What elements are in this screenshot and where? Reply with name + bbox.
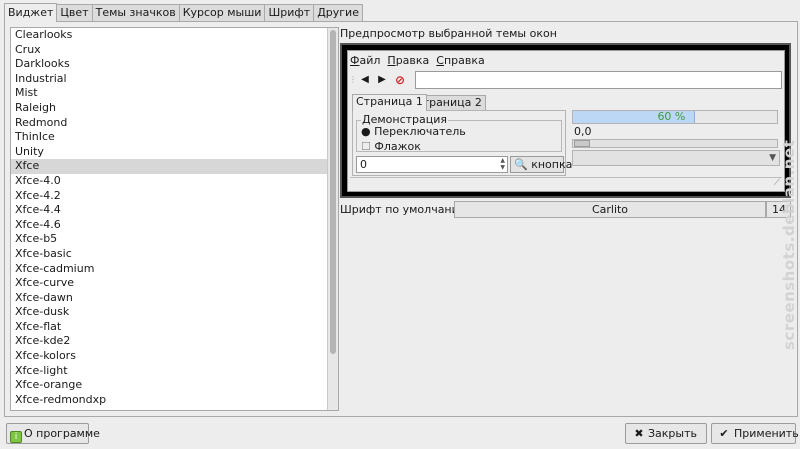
checkbox-label: Флажок bbox=[374, 140, 421, 153]
theme-list-item[interactable]: Xfce-dawn bbox=[11, 291, 338, 306]
theme-list-item[interactable]: Xfce-b5 bbox=[11, 232, 338, 247]
search-icon: 🔍 bbox=[514, 158, 528, 171]
checkbox[interactable]: ☐ Флажок bbox=[361, 140, 421, 153]
theme-list-item[interactable]: Xfce-light bbox=[11, 364, 338, 379]
close-button-label: Закрыть bbox=[648, 427, 697, 440]
default-font-label: Шрифт по умолчанию: bbox=[340, 203, 472, 216]
radio-label: Переключатель bbox=[374, 125, 466, 138]
chevron-down-icon: ▼ bbox=[769, 153, 776, 163]
theme-list-item[interactable]: Crux bbox=[11, 43, 338, 58]
checkbox-icon: ☐ bbox=[361, 140, 371, 153]
theme-list-item[interactable]: Xfce-curve bbox=[11, 276, 338, 291]
tab-mouse-cursor[interactable]: Курсор мыши bbox=[178, 4, 266, 22]
checkmark-icon: ✔ bbox=[719, 427, 729, 440]
spin-value: 0 bbox=[360, 158, 367, 171]
apply-button[interactable]: ✔ Применить bbox=[711, 423, 799, 444]
tab-color[interactable]: Цвет bbox=[56, 4, 93, 22]
scrollbar-thumb[interactable] bbox=[330, 30, 336, 354]
theme-preview: Файл Правка Справка ⋮ ◀ ▶ ⊘ Страница 1 С… bbox=[340, 43, 791, 198]
preview-window: Файл Правка Справка ⋮ ◀ ▶ ⊘ Страница 1 С… bbox=[347, 50, 785, 192]
forward-arrow-icon[interactable]: ▶ bbox=[375, 73, 389, 87]
toolbar-grip-icon: ⋮ bbox=[349, 75, 357, 84]
theme-list-item[interactable]: Mist bbox=[11, 86, 338, 101]
theme-list-item[interactable]: Xfce-4.4 bbox=[11, 203, 338, 218]
theme-list-item[interactable]: Xfce-kolors bbox=[11, 349, 338, 364]
theme-list-item[interactable]: Xfce-basic bbox=[11, 247, 338, 262]
theme-list-item[interactable]: Unity bbox=[11, 145, 338, 160]
close-icon: ✖ bbox=[634, 427, 644, 440]
stop-icon[interactable]: ⊘ bbox=[393, 73, 407, 87]
scale-slider[interactable] bbox=[572, 139, 778, 148]
preview-tab-page1[interactable]: Страница 1 bbox=[352, 94, 427, 111]
progress-bar: 60 % bbox=[572, 110, 778, 124]
theme-list-item[interactable]: Xfce bbox=[11, 159, 338, 174]
theme-list-item[interactable]: Industrial bbox=[11, 72, 338, 87]
theme-list-item[interactable]: Xfce-orange bbox=[11, 378, 338, 393]
back-arrow-icon[interactable]: ◀ bbox=[358, 73, 372, 87]
tab-font[interactable]: Шрифт bbox=[264, 4, 315, 22]
theme-list-item[interactable]: Xfce-cadmium bbox=[11, 262, 338, 277]
radio-dot-icon: ● bbox=[361, 125, 371, 138]
combo-box[interactable]: ▼ bbox=[572, 150, 780, 166]
theme-list-item[interactable]: Xfce-flat bbox=[11, 320, 338, 335]
preview-label: Предпросмотр выбранной темы окон bbox=[340, 27, 557, 40]
scale-value: 0,0 bbox=[574, 125, 592, 138]
preview-entry[interactable] bbox=[415, 71, 782, 89]
theme-list-item[interactable]: ThinIce bbox=[11, 130, 338, 145]
demo-group: Демонстрация ● Переключатель ☐ Флажок bbox=[356, 113, 562, 153]
theme-list[interactable]: Clearlooks Crux Darklooks Industrial Mist Ral… bbox=[10, 27, 339, 411]
preview-statusbar: ⟋ bbox=[350, 177, 782, 189]
tab-other[interactable]: Другие bbox=[313, 4, 363, 22]
theme-list-scrollbar[interactable] bbox=[327, 28, 338, 410]
about-button-label: О программе bbox=[24, 427, 100, 440]
close-button[interactable]: ✖ Закрыть bbox=[625, 423, 707, 444]
apply-button-label: Применить bbox=[734, 427, 799, 440]
tab-bar: Виджет Цвет Темы значков Курсор мыши Шри… bbox=[4, 3, 363, 22]
theme-list-item[interactable]: Clearlooks bbox=[11, 28, 338, 43]
tab-icon-themes[interactable]: Темы значков bbox=[91, 4, 180, 22]
theme-list-items: Clearlooks Crux Darklooks Industrial Mist Ral… bbox=[11, 28, 338, 407]
spin-button[interactable]: 0 ▲ ▼ bbox=[356, 156, 508, 173]
font-chooser-button[interactable]: Carlito bbox=[454, 201, 766, 218]
theme-list-item[interactable]: Raleigh bbox=[11, 101, 338, 116]
preview-menubar: Файл Правка Справка bbox=[350, 54, 485, 67]
scale-handle[interactable] bbox=[574, 140, 590, 147]
tab-widget[interactable]: Виджет bbox=[4, 3, 58, 22]
preview-toolbar: ⋮ ◀ ▶ ⊘ bbox=[349, 70, 782, 90]
preview-tab-panel: Демонстрация ● Переключатель ☐ Флажок 0 … bbox=[352, 110, 572, 176]
search-button[interactable]: 🔍 кнопка bbox=[510, 156, 572, 173]
menu-help[interactable]: Справка bbox=[436, 54, 484, 67]
theme-list-item[interactable]: Xfce-4.6 bbox=[11, 218, 338, 233]
spin-arrows-icon[interactable]: ▲ ▼ bbox=[500, 157, 505, 171]
search-button-label: кнопка bbox=[531, 158, 573, 171]
theme-list-item[interactable]: Redmond bbox=[11, 116, 338, 131]
theme-list-item[interactable]: Xfce-kde2 bbox=[11, 334, 338, 349]
theme-list-item[interactable]: Darklooks bbox=[11, 57, 338, 72]
watermark: screenshots.debian.net bbox=[780, 139, 798, 350]
theme-list-item[interactable]: Xfce-4.2 bbox=[11, 189, 338, 204]
theme-list-item[interactable]: Xfce-4.0 bbox=[11, 174, 338, 189]
info-icon: i bbox=[10, 431, 22, 443]
theme-list-item[interactable]: Xfce-dusk bbox=[11, 305, 338, 320]
menu-file[interactable]: Файл bbox=[350, 54, 380, 67]
radio-button[interactable]: ● Переключатель bbox=[361, 125, 466, 138]
menu-edit[interactable]: Правка bbox=[387, 54, 429, 67]
theme-list-item[interactable]: Xfce-redmondxp bbox=[11, 393, 338, 408]
progress-fill: 60 % bbox=[573, 111, 696, 123]
about-button[interactable]: iО программе bbox=[6, 423, 100, 444]
